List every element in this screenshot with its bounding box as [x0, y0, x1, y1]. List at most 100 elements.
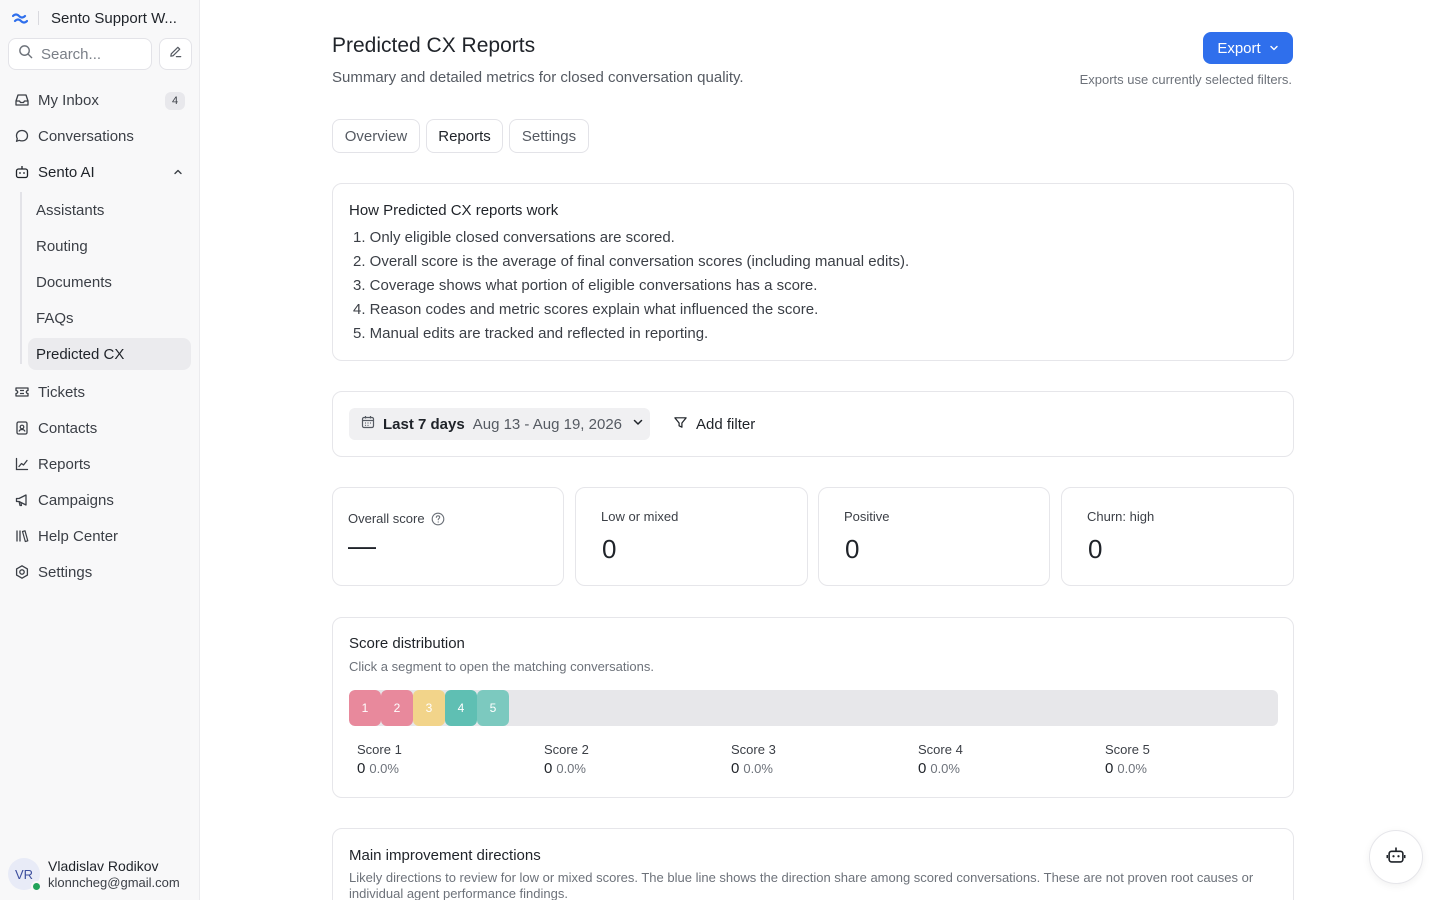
sidebar-item-label: Conversations [38, 127, 134, 145]
score-count: 0 [544, 760, 553, 777]
list-item: 1. Only eligible closed conversations ar… [353, 229, 675, 246]
sidebar-item-predicted-cx[interactable]: Predicted CX [28, 338, 191, 370]
divider [38, 11, 39, 25]
stat-value: 0 [602, 534, 617, 564]
tab-settings[interactable]: Settings [509, 119, 589, 153]
sidebar-item-inbox[interactable]: My Inbox 4 [8, 84, 192, 116]
stat-label: Overall score [348, 511, 425, 526]
sidebar-item-label: Contacts [38, 419, 98, 437]
user-email: klonncheg@gmail.com [48, 875, 180, 890]
how-it-works-title: How Predicted CX reports work [349, 202, 559, 219]
inbox-icon [14, 92, 30, 108]
sidebar-item-tickets[interactable]: Tickets [8, 376, 192, 408]
score-label: Score 2 [544, 742, 589, 757]
positive-card[interactable]: Positive 0 [818, 487, 1050, 586]
search-placeholder: Search... [41, 45, 102, 63]
score-count: 0 [918, 760, 927, 777]
improvement-directions-card: Main improvement directions Likely direc… [332, 828, 1294, 900]
list-item: 4. Reason codes and metric scores explai… [353, 301, 819, 318]
tab-reports[interactable]: Reports [426, 119, 503, 153]
date-preset-label: Last 7 days [383, 415, 465, 433]
sidebar: Sento Support W... Search... My Inbox 4 … [0, 0, 200, 900]
stat-label: Churn: high [1087, 509, 1155, 524]
tab-overview[interactable]: Overview [332, 119, 420, 153]
sidebar-item-help-center[interactable]: Help Center [8, 520, 192, 552]
search-input[interactable]: Search... [8, 38, 152, 70]
avatar: VR [8, 858, 42, 892]
inbox-count-badge: 4 [165, 92, 185, 110]
filter-icon [673, 415, 688, 434]
ticket-icon [14, 384, 30, 400]
score-segment-3[interactable]: 3 [413, 690, 445, 726]
page-title: Predicted CX Reports [332, 34, 536, 57]
sidebar-item-assistants[interactable]: Assistants [28, 194, 191, 226]
list-item: 3. Coverage shows what portion of eligib… [353, 277, 818, 294]
avatar-initials: VR [14, 866, 34, 882]
section-subtitle: Click a segment to open the matching con… [349, 659, 654, 674]
overall-score-card: Overall score — [332, 487, 564, 586]
chat-bubble-icon [14, 128, 30, 144]
score-summary-3: Score 3 0 0.0% [731, 742, 776, 777]
score-count: 0 [1105, 760, 1114, 777]
date-range-text: Aug 13 - Aug 19, 2026 [472, 415, 623, 433]
workspace-name: Sento Support W... [51, 9, 177, 27]
chevron-up-icon[interactable] [172, 165, 184, 183]
export-button[interactable]: Export [1203, 32, 1293, 64]
score-summary-1: Score 1 0 0.0% [357, 742, 402, 777]
sidebar-item-settings[interactable]: Settings [8, 556, 192, 588]
logo-icon [12, 10, 28, 26]
workspace-switcher[interactable]: Sento Support W... [12, 8, 177, 28]
stat-label: Low or mixed [601, 509, 679, 524]
score-percent: 0.0% [930, 761, 960, 776]
how-it-works-list: 1. Only eligible closed conversations ar… [353, 229, 909, 349]
sidebar-item-sento-ai[interactable]: Sento AI [8, 156, 192, 188]
low-or-mixed-card[interactable]: Low or mixed 0 [575, 487, 808, 586]
score-summary-5: Score 5 0 0.0% [1105, 742, 1150, 777]
score-percent: 0.0% [556, 761, 586, 776]
chevron-down-icon [632, 415, 644, 433]
robot-icon [1386, 845, 1406, 870]
sidebar-item-label: Settings [38, 563, 93, 581]
submenu-guide-line [20, 192, 22, 364]
sidebar-item-routing[interactable]: Routing [28, 230, 191, 262]
stat-value: — [348, 530, 376, 561]
section-title: Main improvement directions [349, 847, 541, 864]
add-filter-button[interactable]: Add filter [673, 408, 755, 440]
score-percent: 0.0% [1117, 761, 1147, 776]
user-profile[interactable]: VR Vladislav Rodikov klonncheg@gmail.com [8, 856, 192, 892]
score-label: Score 5 [1105, 742, 1150, 757]
user-name: Vladislav Rodikov [48, 858, 159, 874]
churn-high-card[interactable]: Churn: high 0 [1061, 487, 1294, 586]
sidebar-item-campaigns[interactable]: Campaigns [8, 484, 192, 516]
sidebar-item-faqs[interactable]: FAQs [28, 302, 191, 334]
page-subtitle: Summary and detailed metrics for closed … [332, 69, 744, 86]
gear-icon [14, 564, 30, 580]
search-icon [18, 44, 33, 64]
score-segment-5[interactable]: 5 [477, 690, 509, 726]
online-status-dot [31, 881, 42, 892]
library-icon [14, 528, 30, 544]
sidebar-item-documents[interactable]: Documents [28, 266, 191, 298]
date-range-picker[interactable]: Last 7 days Aug 13 - Aug 19, 2026 [349, 408, 650, 440]
sidebar-item-conversations[interactable]: Conversations [8, 120, 192, 152]
compose-button[interactable] [159, 38, 192, 70]
section-subtitle: Likely directions to review for low or m… [349, 870, 1254, 900]
contact-card-icon [14, 420, 30, 436]
filter-bar: Last 7 days Aug 13 - Aug 19, 2026 Add fi… [332, 391, 1294, 457]
score-label: Score 4 [918, 742, 963, 757]
score-segment-4[interactable]: 4 [445, 690, 477, 726]
score-percent: 0.0% [743, 761, 773, 776]
assistant-bot-button[interactable] [1369, 830, 1423, 884]
sidebar-item-reports[interactable]: Reports [8, 448, 192, 480]
export-note: Exports use currently selected filters. [1079, 72, 1292, 87]
list-item: 2. Overall score is the average of final… [353, 253, 910, 270]
line-chart-icon [14, 456, 30, 472]
score-count: 0 [357, 760, 366, 777]
sidebar-item-contacts[interactable]: Contacts [8, 412, 192, 444]
chevron-down-icon [1269, 40, 1279, 57]
score-segment-2[interactable]: 2 [381, 690, 413, 726]
score-segment-1[interactable]: 1 [349, 690, 381, 726]
score-distribution-bar: 1 2 3 4 5 [349, 690, 1278, 726]
megaphone-icon [14, 492, 30, 508]
help-circle-icon[interactable] [431, 512, 445, 526]
